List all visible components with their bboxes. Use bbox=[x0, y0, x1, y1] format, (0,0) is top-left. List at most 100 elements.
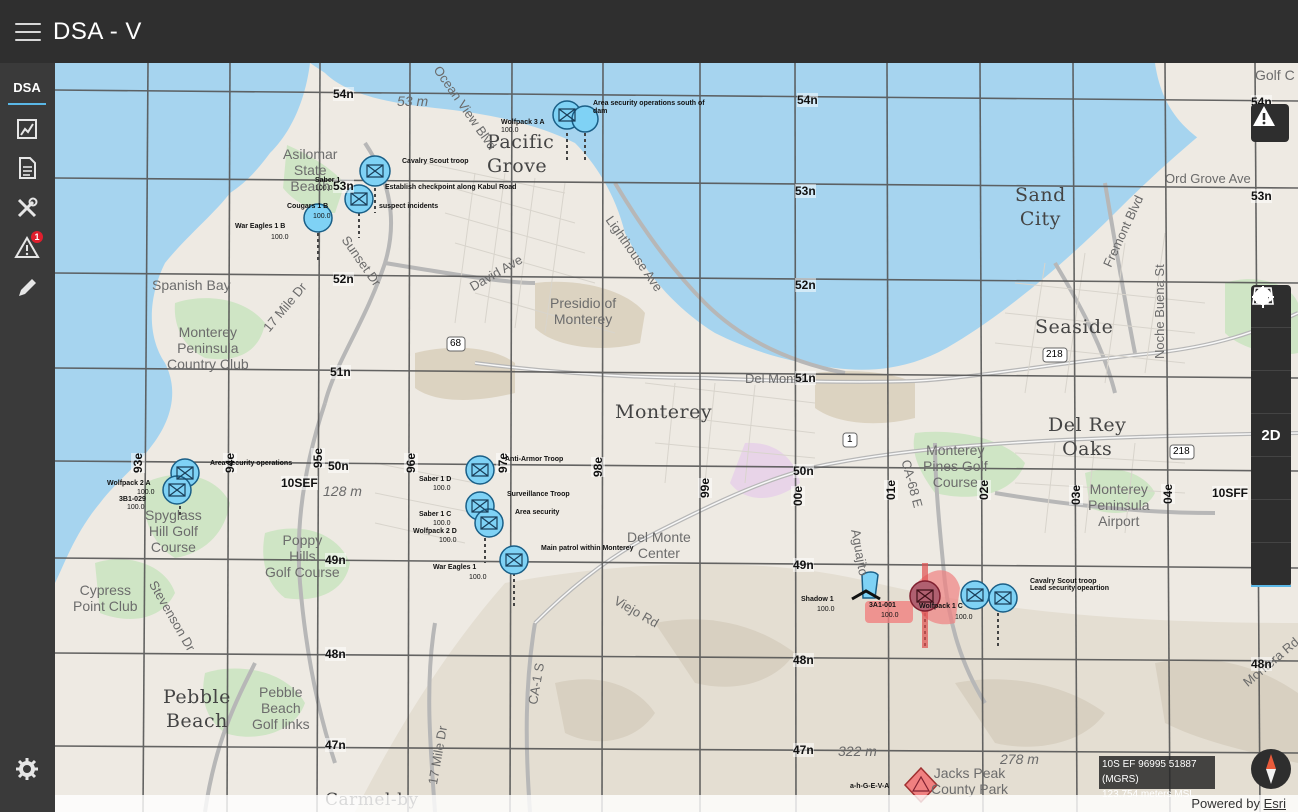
grid-label-northing: 47n bbox=[793, 743, 814, 757]
gear-icon[interactable] bbox=[13, 755, 41, 783]
park-jacks-peak: Jacks Peak County Park bbox=[931, 765, 1009, 797]
grid-label-northing: 48n bbox=[793, 653, 814, 667]
elevation-label: 278 m bbox=[1000, 751, 1039, 767]
park-presidio: Presidio of Monterey bbox=[550, 295, 617, 327]
unit-label[interactable]: War Eagles 1 B bbox=[235, 223, 285, 230]
unit-label[interactable]: Cougars 1 B bbox=[287, 203, 328, 210]
grid-label-easting: 04e bbox=[1161, 483, 1175, 504]
map-alert-button[interactable] bbox=[1251, 104, 1289, 142]
zoom-out-button[interactable] bbox=[1251, 295, 1291, 414]
grid-label-northing: 51n bbox=[330, 365, 351, 379]
unit-label[interactable]: Shadow 1 bbox=[801, 596, 834, 603]
app-title: DSA - V bbox=[53, 17, 142, 45]
warning-icon[interactable]: 1 bbox=[13, 231, 43, 262]
basemap-button[interactable] bbox=[1251, 287, 1291, 587]
grid-label-northing: 51n bbox=[795, 371, 816, 385]
park-cypress-point: Cypress Point Club bbox=[73, 582, 138, 614]
unit-strength: 100.0 bbox=[955, 614, 973, 621]
grid-label-northing: 53n bbox=[795, 184, 816, 198]
attribution-text: Powered by Esri bbox=[1191, 796, 1286, 811]
sidebar-tab-dsa[interactable]: DSA bbox=[8, 77, 46, 105]
esri-link[interactable]: Esri bbox=[1264, 796, 1286, 811]
document-icon[interactable] bbox=[13, 154, 41, 182]
park-del-monte-center: Del Monte Center bbox=[627, 529, 691, 561]
unit-strength: 100.0 bbox=[315, 185, 333, 192]
unit-label[interactable]: War Eagles 1 bbox=[433, 564, 476, 571]
unit-strength: 100.0 bbox=[271, 234, 289, 241]
unit-task: Anti-Armor Troop bbox=[505, 456, 564, 463]
unit-label[interactable]: Saber 1 D bbox=[419, 476, 451, 483]
grid-label-easting: 98e bbox=[591, 456, 605, 477]
chart-edit-icon[interactable] bbox=[13, 115, 41, 143]
hostile-unit-label[interactable]: 3A1-001 bbox=[869, 602, 896, 609]
grid-zone-right: 10SFF bbox=[1212, 486, 1249, 500]
top-bar: DSA - V bbox=[0, 0, 1298, 63]
park-spyglass: Spyglass Hill Golf Course bbox=[145, 507, 202, 555]
park-spanish-bay: Spanish Bay bbox=[152, 277, 231, 293]
unit-strength: 100.0 bbox=[137, 489, 155, 496]
grid-label-northing: 52n bbox=[333, 272, 354, 286]
park-mp-airport: Monterey Peninsula Airport bbox=[1088, 481, 1150, 529]
unit-label[interactable]: 3B1-029 bbox=[119, 496, 146, 503]
grid-label-easting: 03e bbox=[1069, 484, 1083, 505]
mgrs-coordinate: 10S EF 96995 51887 (MGRS) bbox=[1102, 759, 1197, 785]
grid-label-northing: 47n bbox=[325, 738, 346, 752]
basemap-icon bbox=[1252, 287, 1274, 305]
grid-label-easting: 01e bbox=[884, 479, 898, 500]
view-2d-label: 2D bbox=[1261, 426, 1281, 444]
locate-button[interactable] bbox=[1251, 286, 1291, 500]
unit-task: Establish checkpoint along Kabul Road bbox=[385, 184, 517, 191]
unit-label[interactable]: Saber 1 C bbox=[419, 511, 451, 518]
route-68: 68 bbox=[450, 338, 462, 349]
unit-strength: 100.0 bbox=[817, 606, 835, 613]
unit-label[interactable]: Wolfpack 1 C bbox=[919, 603, 963, 610]
unit-task: suspect incidents bbox=[379, 203, 439, 210]
zoom-in-button[interactable] bbox=[1251, 287, 1291, 371]
view-2d-button[interactable]: 2D bbox=[1251, 414, 1291, 457]
hamburger-menu-icon[interactable] bbox=[15, 22, 41, 41]
place-pebble-beach: Pebble Beach bbox=[163, 686, 231, 732]
unit-label[interactable]: Wolfpack 3 A bbox=[501, 119, 545, 126]
grid-label-northing: 53n bbox=[1251, 189, 1272, 203]
grid-label-northing: 48n bbox=[1251, 657, 1272, 671]
grid-label-easting: 95e bbox=[311, 447, 325, 468]
grid-label-northing: 52n bbox=[795, 278, 816, 292]
compass-button[interactable] bbox=[1251, 749, 1291, 789]
grid-label-northing: 49n bbox=[325, 553, 346, 567]
route-1: 1 bbox=[847, 434, 853, 445]
hostile-unit-strength: 100.0 bbox=[881, 612, 899, 619]
warning-icon bbox=[1253, 106, 1275, 126]
park-mpcc: Monterey Peninsula Country Club bbox=[167, 324, 249, 372]
attribution-prefix: Powered by bbox=[1191, 796, 1260, 811]
elevation-label: 322 m bbox=[838, 743, 877, 759]
unit-label[interactable]: Wolfpack 2 D bbox=[413, 528, 457, 535]
unit-strength: 100.0 bbox=[127, 504, 145, 511]
grid-label-northing: 49n bbox=[793, 558, 814, 572]
grid-label-easting: 00e bbox=[791, 485, 805, 506]
tools-icon[interactable] bbox=[13, 194, 41, 222]
grid-label-northing: 54n bbox=[797, 93, 818, 107]
grid-label-northing: 48n bbox=[325, 647, 346, 661]
place-pacific-grove: Pacific Grove bbox=[487, 131, 555, 177]
grid-label-easting: 99e bbox=[698, 477, 712, 498]
unit-task: Cavalry Scout troop bbox=[1030, 578, 1097, 585]
map-controls: 2D bbox=[1251, 285, 1291, 587]
unit-task: Area security operations south of dam bbox=[593, 100, 705, 115]
unit-label[interactable]: Saber 1 bbox=[315, 177, 340, 184]
grid-label-northing: 50n bbox=[793, 464, 814, 478]
pencil-icon[interactable] bbox=[13, 274, 41, 302]
hostile-unit-label[interactable]: a-h-G-E-V-A bbox=[850, 783, 889, 790]
unit-task: Surveillance Troop bbox=[507, 491, 570, 498]
place-seaside: Seaside bbox=[1035, 316, 1114, 338]
unit-strength: 100.0 bbox=[433, 520, 451, 527]
unit-strength: 100.0 bbox=[439, 537, 457, 544]
unit-task: Area security bbox=[515, 509, 560, 516]
unit-label[interactable]: Wolfpack 2 A bbox=[107, 480, 151, 487]
grid-label-easting: 96e bbox=[404, 452, 418, 473]
unit-label[interactable]: Cavalry Scout troop bbox=[402, 158, 469, 165]
grid-label-northing: 54n bbox=[333, 87, 354, 101]
map-view[interactable]: Pacific Grove Sand City Seaside Monterey… bbox=[55, 63, 1298, 812]
grid-label-easting: 93e bbox=[131, 452, 145, 473]
road-noche-buena: Noche Buena St bbox=[1152, 264, 1167, 359]
rotate-button[interactable] bbox=[1251, 288, 1291, 543]
